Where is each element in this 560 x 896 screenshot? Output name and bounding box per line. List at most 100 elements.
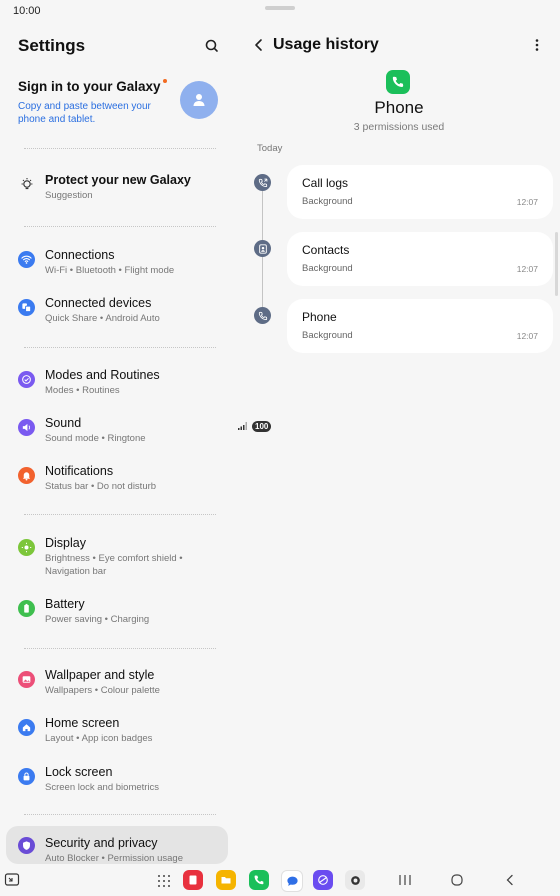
entry-subtitle: Background	[302, 263, 353, 274]
recent-apps-button[interactable]	[397, 873, 413, 887]
item-title: Sound	[45, 416, 82, 430]
item-title: Home screen	[45, 716, 120, 730]
entry-time: 12:07	[516, 264, 538, 274]
item-subtitle: Status bar • Do not disturb	[45, 481, 157, 492]
item-title: Notifications	[45, 464, 114, 478]
camera-app-icon[interactable]	[345, 870, 365, 890]
entry-title: Contacts	[302, 243, 350, 257]
settings-item-notifications[interactable]: Notifications Status bar • Do not distur…	[6, 464, 228, 494]
internet-app-icon[interactable]	[313, 870, 333, 890]
item-title: Wallpaper and style	[45, 668, 155, 682]
app-name: Phone	[374, 98, 424, 117]
item-subtitle: Modes • Routines	[45, 385, 120, 396]
item-subtitle: Wi-Fi • Bluetooth • Flight mode	[45, 265, 175, 276]
item-subtitle: Quick Share • Android Auto	[45, 313, 160, 324]
app-drawer-button[interactable]	[157, 874, 171, 888]
battery-icon	[18, 600, 35, 617]
settings-item-home-screen[interactable]: Home screen Layout • App icon badges	[6, 716, 228, 746]
back-nav-button[interactable]	[503, 873, 517, 887]
item-subtitle: Screen lock and biometrics	[45, 782, 160, 793]
entry-title: Call logs	[302, 176, 349, 190]
divider	[24, 648, 216, 649]
search-button[interactable]	[202, 36, 222, 56]
more-options-button[interactable]	[528, 36, 546, 54]
item-title: Battery	[45, 597, 85, 611]
account-title: Sign in to your Galaxy	[18, 79, 161, 94]
recents-icon	[399, 875, 411, 885]
settings-item-wallpaper[interactable]: Wallpaper and style Wallpapers • Colour …	[6, 668, 228, 698]
usage-entry-card[interactable]: Call logs Background 12:07	[287, 165, 553, 219]
back-nav-icon	[506, 874, 513, 886]
home-icon	[18, 719, 35, 736]
divider	[24, 148, 216, 149]
wifi-icon	[18, 251, 35, 268]
section-header: Today	[257, 143, 283, 154]
my-files-app-icon[interactable]	[216, 870, 236, 890]
settings-title: Settings	[18, 36, 86, 55]
check-circle-icon	[18, 371, 35, 388]
item-title: Connected devices	[45, 296, 152, 310]
sun-icon	[18, 539, 35, 556]
divider	[24, 514, 216, 515]
person-icon	[193, 94, 205, 106]
galaxy-account-card[interactable]: Sign in to your Galaxy Copy and paste be…	[18, 78, 228, 128]
item-subtitle: Auto Blocker • Permission usage	[45, 853, 183, 864]
lock-icon	[18, 768, 35, 785]
phone-app-icon	[386, 70, 410, 94]
settings-item-battery[interactable]: Battery Power saving • Charging	[6, 597, 228, 627]
divider	[24, 814, 216, 815]
usage-entry-card[interactable]: Contacts Background 12:07	[287, 232, 553, 286]
contact-icon	[254, 240, 271, 257]
entry-subtitle: Background	[302, 330, 353, 341]
home-circle-icon	[451, 874, 463, 886]
notification-dot	[162, 79, 167, 83]
settings-item-sound[interactable]: Sound Sound mode • Ringtone	[6, 416, 228, 446]
avatar[interactable]	[180, 81, 218, 119]
image-icon	[18, 671, 35, 688]
item-subtitle: Sound mode • Ringtone	[45, 433, 146, 444]
item-title: Connections	[45, 248, 115, 262]
usage-history-pane: Usage history Phone 3 permissions used T…	[238, 22, 560, 864]
taskbar	[0, 866, 560, 896]
divider	[24, 347, 216, 348]
item-title: Lock screen	[45, 765, 113, 779]
chevron-left-icon	[255, 39, 262, 51]
settings-item-modes-routines[interactable]: Modes and Routines Modes • Routines	[6, 368, 228, 398]
shield-icon	[18, 837, 35, 854]
phone-app-icon[interactable]	[249, 870, 269, 890]
phone-icon	[254, 307, 271, 324]
item-subtitle: Layout • App icon badges	[45, 733, 153, 744]
messages-app-icon[interactable]	[281, 870, 303, 892]
apps-grid-icon	[158, 875, 170, 887]
settings-item-connections[interactable]: Connections Wi-Fi • Bluetooth • Flight m…	[6, 248, 228, 278]
item-title: Modes and Routines	[45, 368, 160, 382]
settings-item-connected-devices[interactable]: Connected devices Quick Share • Android …	[6, 296, 228, 326]
status-bar: 10:00 100	[0, 0, 560, 432]
more-vertical-icon	[535, 39, 539, 51]
bell-icon	[18, 467, 35, 484]
account-title-wrap: Sign in to your Galaxy	[18, 79, 167, 94]
item-title: Display	[45, 536, 86, 550]
permissions-count: 3 permissions used	[353, 121, 445, 133]
call-log-icon	[254, 174, 271, 191]
settings-item-security-privacy[interactable]: Security and privacy Auto Blocker • Perm…	[6, 826, 228, 864]
search-icon	[205, 39, 218, 52]
account-subtitle: Copy and paste between your phone and ta…	[18, 101, 151, 125]
settings-item-lock-screen[interactable]: Lock screen Screen lock and biometrics	[6, 765, 228, 795]
settings-pane: Settings Sign in to your Galaxy Copy and…	[0, 22, 236, 864]
edge-panel-handle[interactable]	[555, 232, 558, 296]
suggestion-title: Protect your new Galaxy	[45, 173, 191, 187]
notes-app-icon[interactable]	[183, 870, 203, 890]
screen-mode-icon	[4, 873, 20, 886]
suggestion-item[interactable]: Protect your new Galaxy Suggestion	[6, 173, 228, 203]
suggestion-subtitle: Suggestion	[45, 190, 93, 201]
lightbulb-icon	[18, 176, 35, 193]
page-title: Usage history	[273, 36, 379, 53]
screen-mode-button[interactable]	[4, 872, 20, 888]
usage-entry-card[interactable]: Phone Background 12:07	[287, 299, 553, 353]
back-button[interactable]	[250, 36, 268, 54]
item-title: Security and privacy	[45, 836, 158, 850]
home-button[interactable]	[450, 873, 464, 887]
settings-item-display[interactable]: Display Brightness • Eye comfort shield …	[6, 536, 228, 580]
item-subtitle: Power saving • Charging	[45, 614, 150, 625]
